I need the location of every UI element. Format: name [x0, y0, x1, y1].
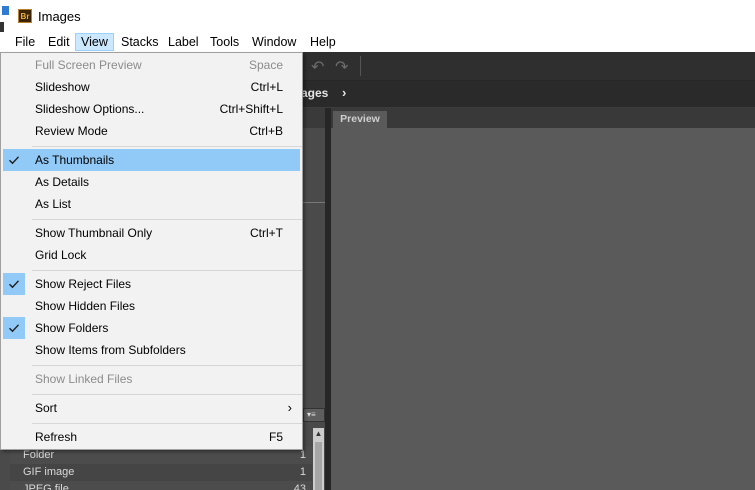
checkmark-icon [3, 317, 25, 339]
menu-item-label: Show Items from Subfolders [35, 343, 186, 357]
menu-help[interactable]: Help [305, 33, 341, 51]
menu-separator [32, 365, 302, 366]
bridge-app-icon: Br [18, 9, 32, 23]
menu-item-label: Slideshow [35, 80, 90, 94]
filter-list: Folder 1 GIF image 1 JPEG file 43 [10, 447, 312, 490]
menu-item-full-screen-preview[interactable]: Full Screen Preview Space [3, 54, 300, 76]
chevron-right-icon[interactable]: › [342, 85, 346, 100]
menu-item-shortcut: Ctrl+B [249, 124, 283, 138]
menu-item-label: As Details [35, 175, 90, 189]
menu-item-grid-lock[interactable]: Grid Lock [3, 244, 300, 266]
menu-item-show-folders[interactable]: Show Folders [3, 317, 300, 339]
undo-icon[interactable]: ↶ [311, 57, 324, 77]
scroll-thumb[interactable] [315, 442, 322, 490]
menu-item-show-items-from-subfolders[interactable]: Show Items from Subfolders [3, 339, 300, 361]
menu-item-label: Grid Lock [35, 248, 87, 262]
menu-item-label: Slideshow Options... [35, 102, 145, 116]
menu-item-show-reject-files[interactable]: Show Reject Files [3, 273, 300, 295]
submenu-arrow-icon: › [287, 400, 292, 415]
menu-item-show-thumbnail-only[interactable]: Show Thumbnail Only Ctrl+T [3, 222, 300, 244]
menu-item-sort[interactable]: Sort › [3, 397, 300, 419]
window-title: Images [38, 9, 81, 24]
menu-item-as-thumbnails[interactable]: As Thumbnails [3, 149, 300, 171]
checkmark-icon [3, 149, 25, 171]
preview-tabstrip: Preview [331, 108, 755, 128]
menu-view[interactable]: View [75, 33, 114, 51]
menu-item-refresh[interactable]: Refresh F5 [3, 426, 300, 448]
menu-label[interactable]: Label [163, 33, 204, 51]
menu-separator [32, 146, 302, 147]
filter-row-name: GIF image [23, 466, 75, 478]
filter-row-count: 43 [293, 483, 306, 490]
menu-bar: File Edit View Stacks Label Tools Window… [0, 32, 755, 52]
menu-item-label: Full Screen Preview [35, 58, 142, 72]
menu-separator [32, 394, 302, 395]
filter-row[interactable]: GIF image 1 [10, 464, 312, 481]
menu-item-slideshow-options[interactable]: Slideshow Options... Ctrl+Shift+L [3, 98, 300, 120]
title-bar: Br Images [0, 0, 755, 34]
toolbar-separator [360, 56, 361, 76]
menu-item-label: Show Hidden Files [35, 299, 136, 313]
checkmark-icon [3, 273, 25, 295]
filter-row[interactable]: JPEG file 43 [10, 481, 312, 490]
menu-item-as-details[interactable]: As Details [3, 171, 300, 193]
menu-separator [32, 219, 302, 220]
menu-item-label: Show Folders [35, 321, 109, 335]
menu-separator [32, 270, 302, 271]
desktop-edge-icon [0, 2, 10, 34]
menu-item-label: As Thumbnails [35, 153, 115, 167]
menu-item-shortcut: Ctrl+Shift+L [219, 102, 283, 116]
preview-panel: Preview [331, 108, 755, 490]
menu-item-label: Show Thumbnail Only [35, 226, 153, 240]
view-menu-dropdown: Full Screen Preview Space Slideshow Ctrl… [0, 52, 303, 450]
menu-item-shortcut: Space [248, 58, 283, 72]
filter-row-count: 1 [299, 466, 306, 478]
menu-edit[interactable]: Edit [43, 33, 75, 51]
menu-item-label: Show Reject Files [35, 277, 132, 291]
menu-stacks[interactable]: Stacks [116, 33, 164, 51]
redo-icon[interactable]: ↷ [335, 57, 348, 77]
panel-line [302, 202, 325, 203]
menu-item-shortcut: Ctrl+T [250, 226, 283, 240]
menu-item-show-hidden-files[interactable]: Show Hidden Files [3, 295, 300, 317]
menu-window[interactable]: Window [247, 33, 301, 51]
menu-item-shortcut: Ctrl+L [250, 80, 283, 94]
menu-file[interactable]: File [10, 33, 40, 51]
menu-item-show-linked-files[interactable]: Show Linked Files [3, 368, 300, 390]
menu-item-label: Review Mode [35, 124, 108, 138]
menu-item-label: Show Linked Files [35, 372, 133, 386]
menu-item-slideshow[interactable]: Slideshow Ctrl+L [3, 76, 300, 98]
menu-item-as-list[interactable]: As List [3, 193, 300, 215]
menu-item-label: Sort [35, 401, 58, 415]
menu-item-label: As List [35, 197, 72, 211]
path-crumb-images[interactable]: ages [301, 86, 328, 100]
filter-row-name: JPEG file [23, 483, 69, 490]
menu-item-label: Refresh [35, 430, 78, 444]
menu-item-review-mode[interactable]: Review Mode Ctrl+B [3, 120, 300, 142]
menu-tools[interactable]: Tools [205, 33, 244, 51]
menu-separator [32, 423, 302, 424]
scroll-up-icon[interactable]: ▲ [313, 428, 324, 440]
menu-item-shortcut: F5 [268, 430, 283, 444]
tab-preview[interactable]: Preview [333, 111, 387, 128]
filter-panel-menu-button[interactable]: ▾≡ [303, 408, 325, 422]
panel-menu-icon: ▾≡ [307, 410, 316, 419]
